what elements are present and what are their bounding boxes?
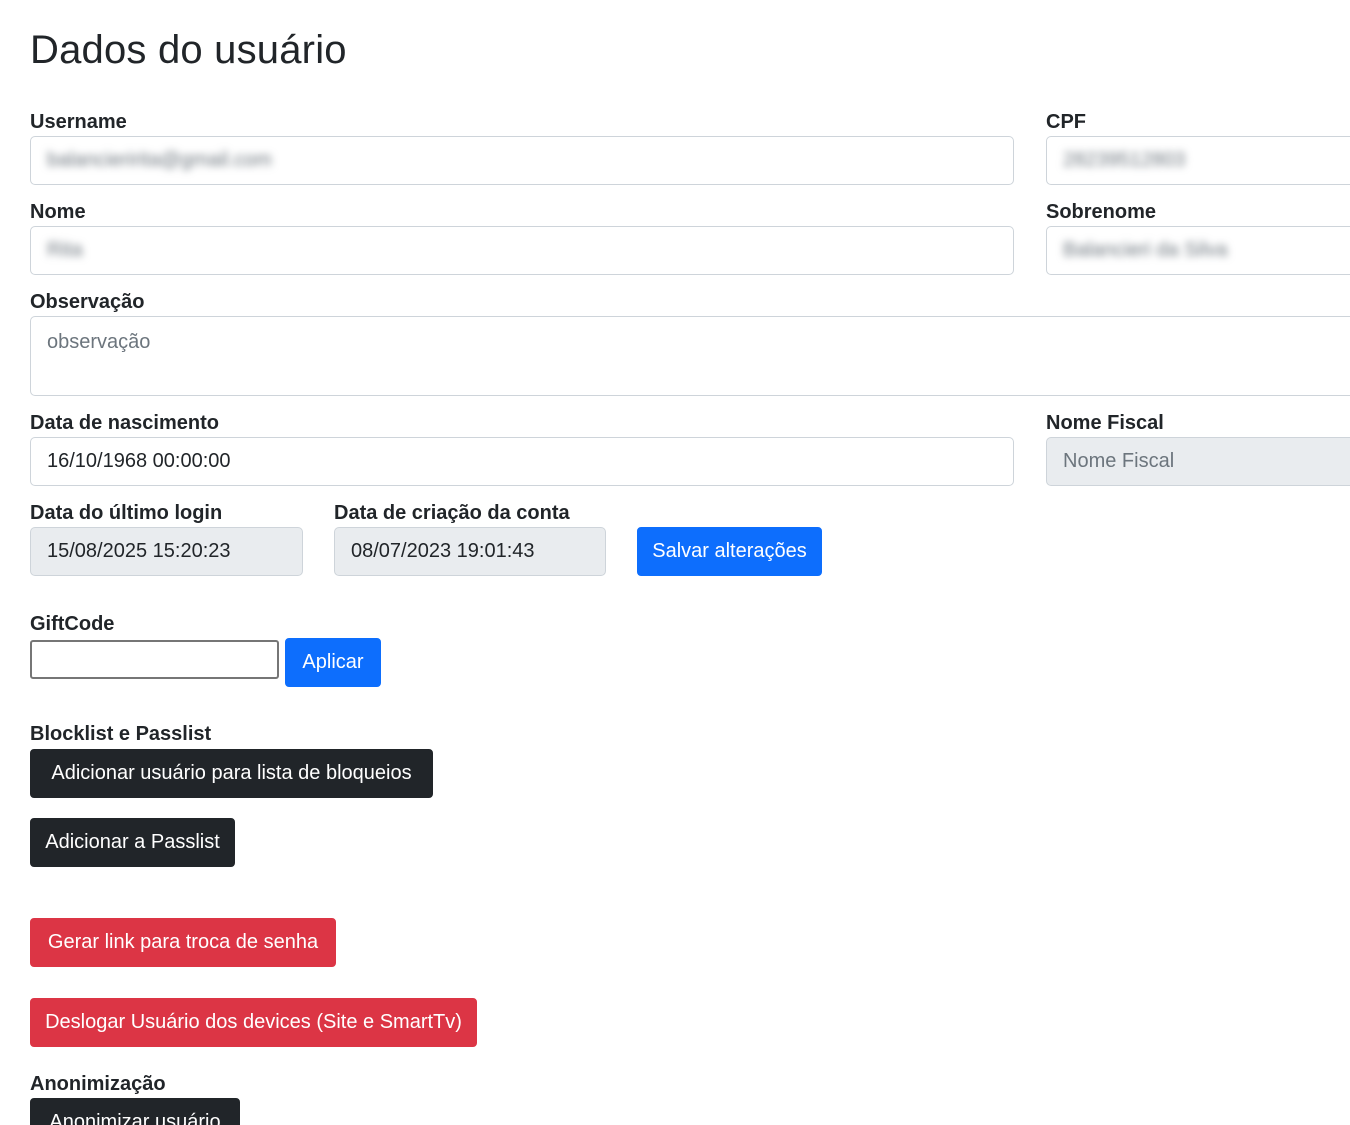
- nome-fiscal-placeholder: Nome Fiscal: [1063, 450, 1175, 472]
- add-passlist-button[interactable]: Adicionar a Passlist: [30, 818, 235, 867]
- criacao-conta-label: Data de criação da conta: [334, 502, 570, 524]
- username-field[interactable]: balancieririta@gmail.com: [30, 136, 1014, 185]
- lists-section-label: Blocklist e Passlist: [30, 723, 212, 745]
- cpf-value: 28239512803: [1063, 149, 1186, 171]
- logout-devices-button[interactable]: Deslogar Usuário dos devices (Site e Sma…: [30, 998, 477, 1047]
- username-label: Username: [30, 111, 127, 133]
- ultimo-login-field[interactable]: 15/08/2025 15:20:23: [30, 527, 303, 576]
- nome-fiscal-label: Nome Fiscal: [1046, 412, 1164, 434]
- sobrenome-value: Balancieri da Silva: [1063, 239, 1228, 261]
- username-value: balancieririta@gmail.com: [47, 149, 272, 171]
- user-data-page: Dados do usuário Username balancieririta…: [0, 0, 1350, 1125]
- giftcode-label: GiftCode: [30, 613, 115, 635]
- nome-label: Nome: [30, 201, 86, 223]
- observacao-placeholder: observação: [47, 331, 151, 353]
- sobrenome-field[interactable]: Balancieri da Silva: [1046, 226, 1350, 275]
- save-button[interactable]: Salvar alterações: [637, 527, 822, 576]
- generate-reset-link-button[interactable]: Gerar link para troca de senha: [30, 918, 336, 967]
- anonymize-user-button[interactable]: Anonimizar usuário: [30, 1098, 240, 1125]
- anon-section-label: Anonimização: [30, 1073, 166, 1095]
- nome-fiscal-field[interactable]: Nome Fiscal: [1046, 437, 1350, 486]
- observacao-textarea[interactable]: observação: [30, 316, 1350, 396]
- sobrenome-label: Sobrenome: [1046, 201, 1157, 223]
- cpf-label: CPF: [1046, 111, 1086, 133]
- ultimo-login-label: Data do último login: [30, 502, 223, 524]
- add-blocklist-button[interactable]: Adicionar usuário para lista de bloqueio…: [30, 749, 433, 798]
- cpf-field[interactable]: 28239512803: [1046, 136, 1350, 185]
- data-nascimento-field[interactable]: 16/10/1968 00:00:00: [30, 437, 1014, 486]
- criacao-conta-field[interactable]: 08/07/2023 19:01:43: [334, 527, 606, 576]
- data-nascimento-value: 16/10/1968 00:00:00: [47, 450, 231, 472]
- ultimo-login-value: 15/08/2025 15:20:23: [47, 540, 231, 562]
- nome-field[interactable]: Rita: [30, 226, 1014, 275]
- observacao-label: Observação: [30, 291, 145, 313]
- nome-value: Rita: [47, 239, 83, 261]
- giftcode-input[interactable]: [30, 640, 279, 679]
- criacao-conta-value: 08/07/2023 19:01:43: [351, 540, 535, 562]
- data-nascimento-label: Data de nascimento: [30, 412, 219, 434]
- page-title: Dados do usuário: [30, 28, 347, 72]
- apply-giftcode-button[interactable]: Aplicar: [285, 638, 381, 687]
